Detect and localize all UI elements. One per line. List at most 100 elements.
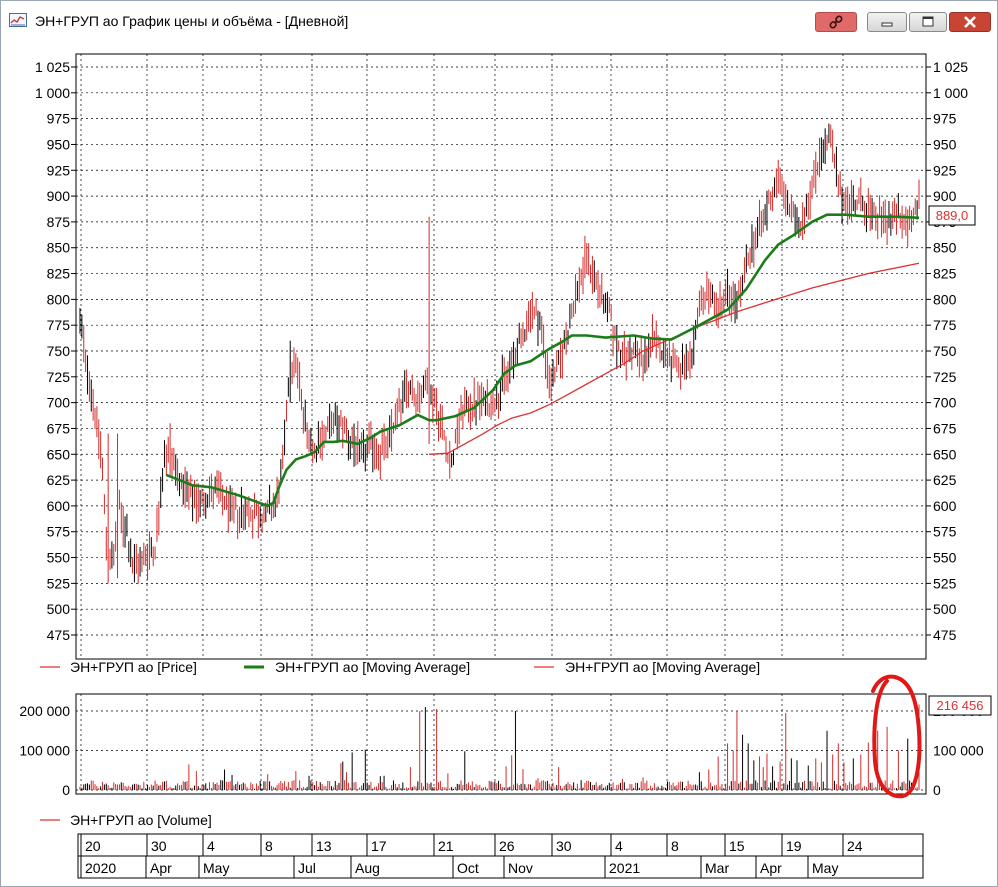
date-day-label: 4 [615,838,623,854]
volume-tick-label: 100 000 [19,743,70,759]
minimize-button[interactable] [867,12,907,32]
minimize-icon [881,22,893,27]
volume-tick-label: 0 [933,782,941,798]
date-day-label: 8 [265,838,273,854]
price-tick-label: 775 [47,317,71,333]
price-tick-label: 575 [47,524,71,540]
price-tick-label: 600 [47,498,71,514]
price-tick-label: 850 [47,240,71,256]
price-tick-label: 475 [47,627,71,643]
maximize-icon [922,16,934,27]
price-tick-label: 700 [47,395,71,411]
last-volume-value: 216 456 [937,698,984,713]
legend-ma2-label: ЭН+ГРУП ао [Moving Average] [565,659,760,675]
price-tick-label: 500 [47,601,71,617]
price-tick-label: 675 [933,420,957,436]
close-button[interactable] [949,12,991,32]
date-day-label: 17 [371,838,387,854]
price-tick-label: 725 [47,369,71,385]
date-day-label: 15 [729,838,745,854]
price-tick-label: 825 [47,266,71,282]
date-month-label: Apr [150,860,172,876]
price-tick-label: 1 025 [933,59,968,75]
date-day-label: 21 [438,838,454,854]
legend-price-label: ЭН+ГРУП ао [Price] [70,659,197,675]
price-axis-left: 1 025 1 000 975 950 925 900 875 850 825 800 775 750… [35,59,76,643]
price-tick-label: 825 [933,266,957,282]
price-axis-right: 1 0251 000975950925900875850825800775750… [926,59,968,643]
volume-tick-label: 100 000 [933,743,984,759]
price-tick-label: 850 [933,240,957,256]
volume-panel-frame [75,693,927,795]
price-tick-label: 950 [933,136,957,152]
window-title: ЭН+ГРУП ао График цены и объёма - [Дневн… [35,13,349,29]
date-month-label: Mar [705,860,729,876]
last-price-value: 889,0 [936,208,969,223]
legend-volume-label: ЭН+ГРУП ао [Volume] [70,812,212,828]
price-tick-label: 725 [933,369,957,385]
price-tick-label: 600 [933,498,957,514]
price-tick-label: 950 [47,136,71,152]
legend-ma1-label: ЭН+ГРУП ао [Moving Average] [275,659,470,675]
price-tick-label: 975 [933,111,957,127]
price-tick-label: 525 [933,575,957,591]
price-tick-label: 650 [47,446,71,462]
date-day-label: 4 [207,838,215,854]
price-tick-label: 475 [933,627,957,643]
price-tick-label: 750 [933,343,957,359]
date-day-label: 13 [316,838,332,854]
price-tick-label: 875 [47,214,71,230]
price-tick-label: 700 [933,395,957,411]
price-tick-label: 925 [933,162,957,178]
price-tick-label: 550 [933,550,957,566]
link-icon [829,15,843,29]
date-month-label: Apr [760,860,782,876]
price-tick-label: 925 [47,162,71,178]
price-tick-label: 525 [47,575,71,591]
date-month-label: Aug [355,860,380,876]
price-volume-chart[interactable]: 1 0251 000975950925900875850825800775750… [7,41,993,881]
date-month-label: 2021 [609,860,640,876]
price-tick-label: 975 [47,111,71,127]
price-tick-label: 1 000 [35,85,70,101]
volume-tick-label: 200 000 [19,703,70,719]
price-tick-label: 675 [47,420,71,436]
price-tick-label: 625 [933,472,957,488]
price-tick-label: 775 [933,317,957,333]
price-tick-label: 800 [47,291,71,307]
chart-area: 1 025 1 000 975 950 925 900 875 850 825 800 775 750… [7,41,993,881]
price-tick-label: 1 000 [933,85,968,101]
date-day-label: 26 [499,838,515,854]
date-month-label: May [812,860,838,876]
price-tick-label: 650 [933,446,957,462]
price-tick-label: 750 [47,343,71,359]
date-month-label: Oct [457,860,479,876]
volume-axis-right: 200 000100 0000 [933,703,984,798]
chart-window: ЭН+ГРУП ао График цены и объёма - [Дневн… [0,0,998,887]
price-tick-label: 500 [933,601,957,617]
date-month-label: 2020 [85,860,116,876]
price-tick-label: 550 [47,550,71,566]
date-day-label: 8 [671,838,679,854]
volume-axis-left: 200 000 100 000 0 [19,703,70,798]
date-month-label: May [203,860,229,876]
price-tick-label: 1 025 [35,59,70,75]
date-month-label: Nov [508,860,533,876]
title-bar[interactable]: ЭН+ГРУП ао График цены и объёма - [Дневн… [1,1,997,41]
price-tick-label: 900 [933,188,957,204]
volume-tick-label: 0 [62,782,70,798]
price-tick-label: 625 [47,472,71,488]
date-month-label: Jul [298,860,316,876]
price-tick-label: 800 [933,291,957,307]
maximize-button[interactable] [909,12,947,32]
date-day-label: 24 [847,838,863,854]
chart-window-icon [9,13,27,27]
close-icon [964,16,976,28]
date-day-label: 19 [786,838,802,854]
date-day-label: 20 [85,838,101,854]
price-tick-label: 900 [47,188,71,204]
date-day-label: 30 [556,838,572,854]
price-tick-label: 575 [933,524,957,540]
link-button[interactable] [815,12,857,32]
date-day-label: 30 [151,838,167,854]
